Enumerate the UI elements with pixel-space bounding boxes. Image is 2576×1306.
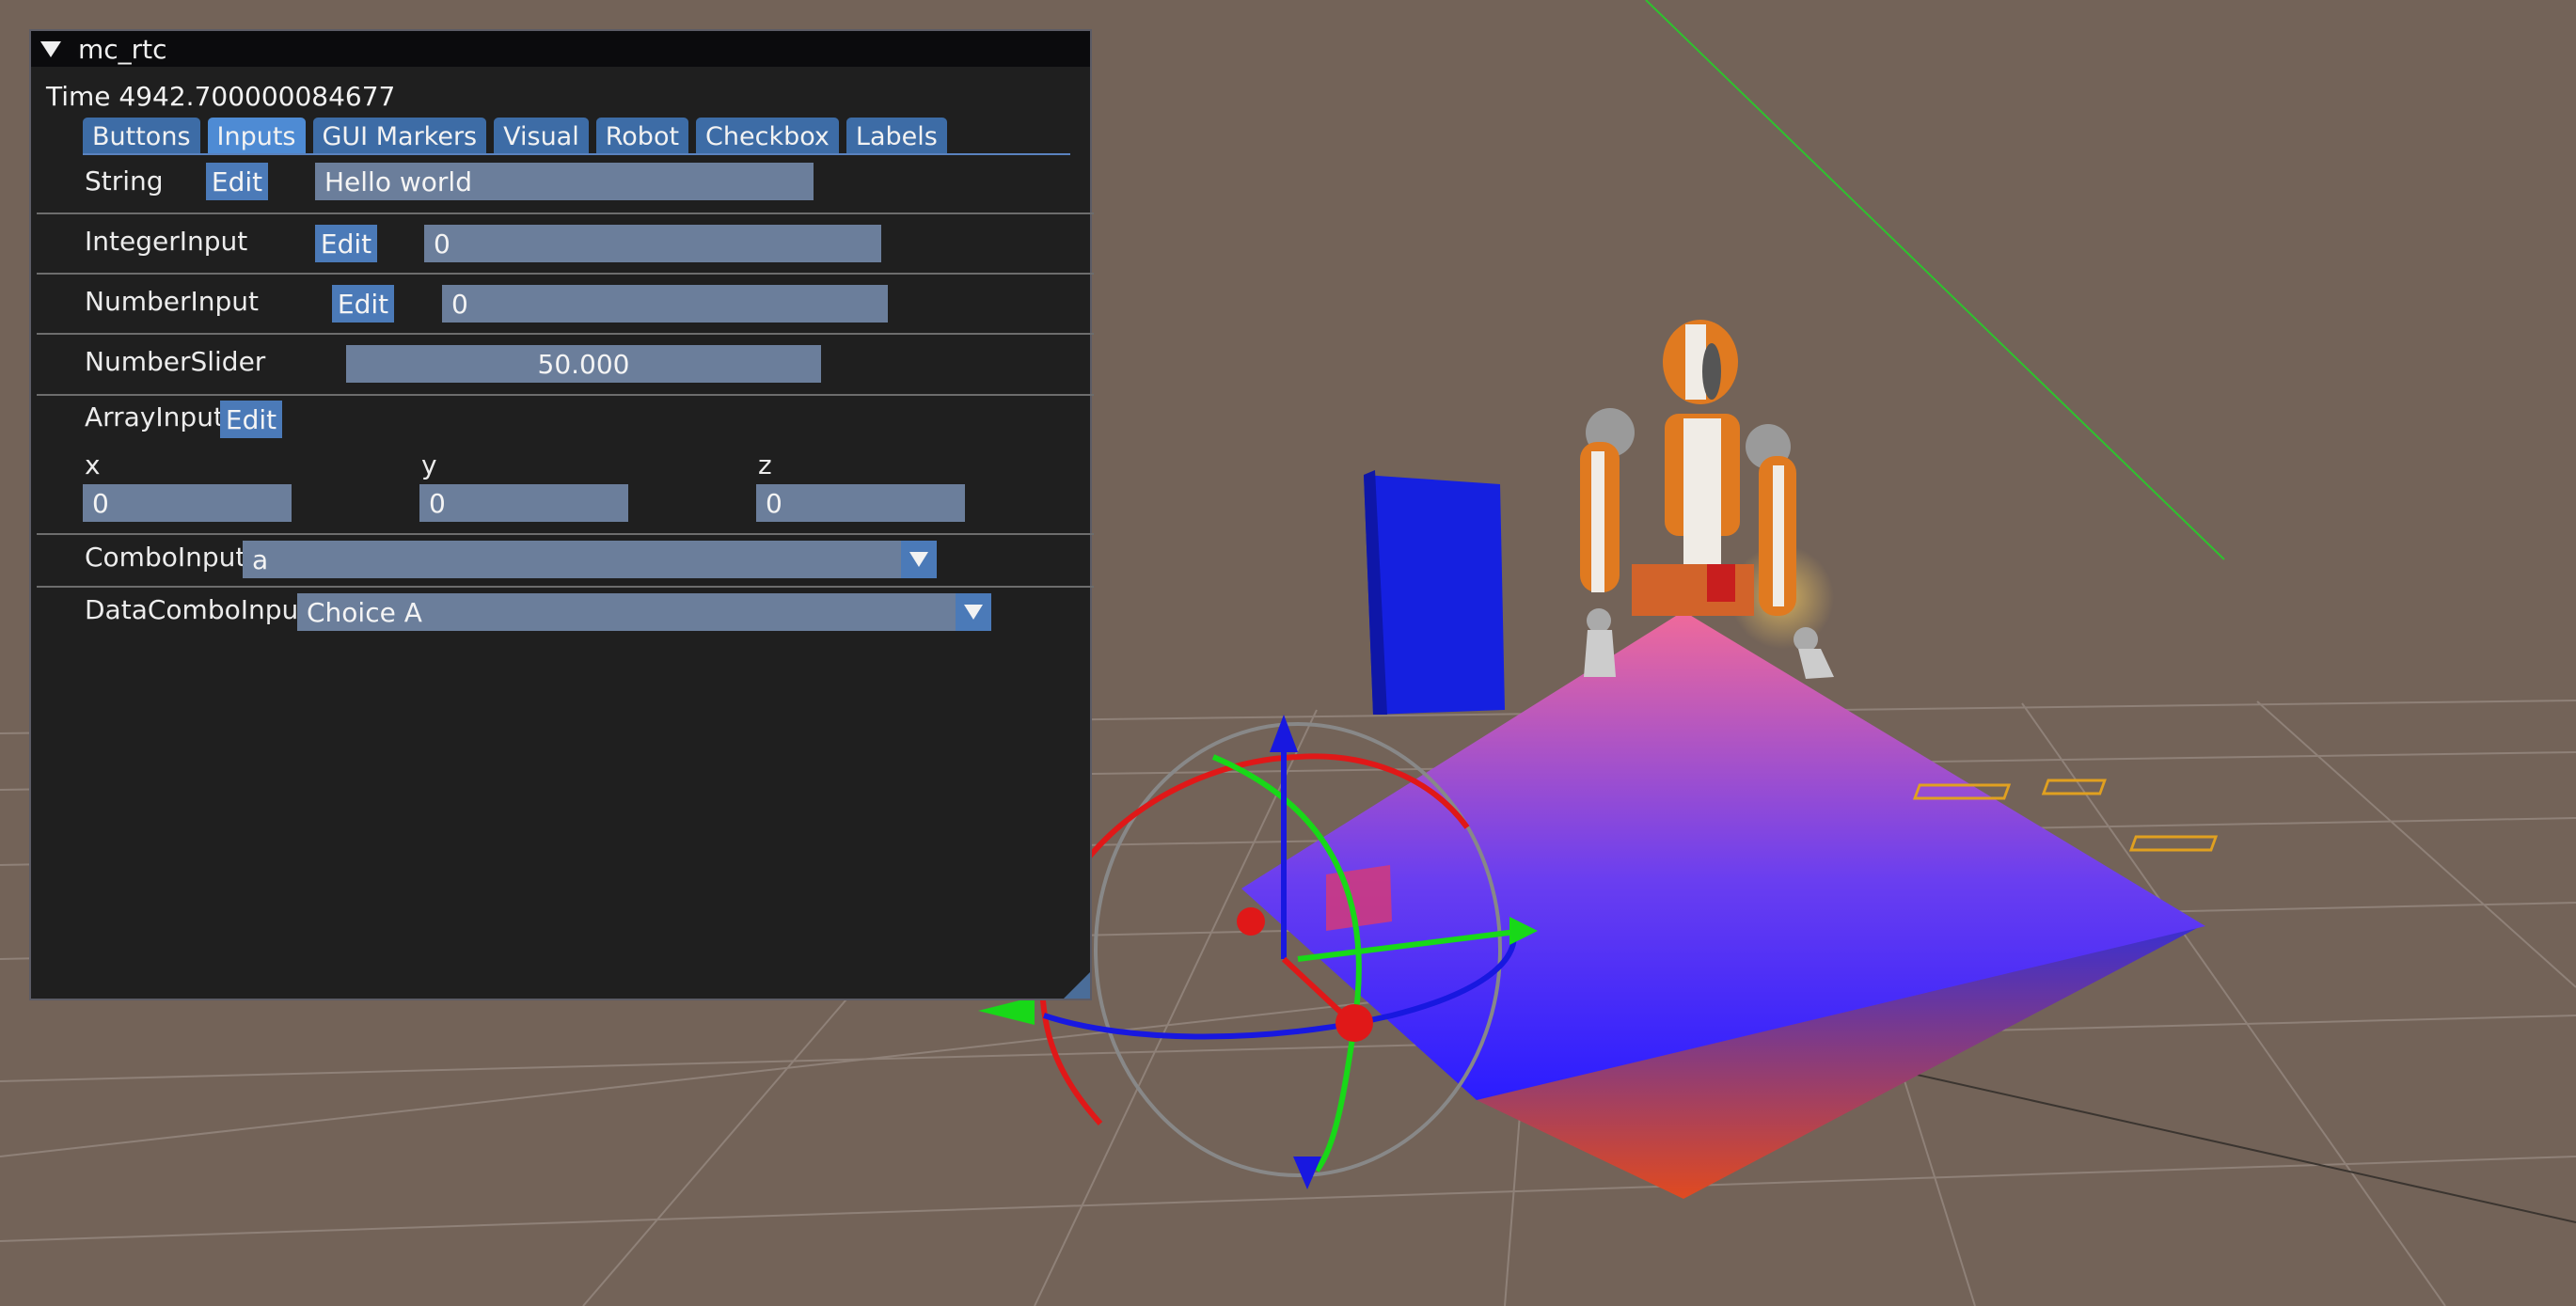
array-x-field[interactable]: 0: [83, 484, 292, 522]
array-edit-button[interactable]: Edit: [220, 401, 282, 438]
array-y-label: y: [421, 449, 437, 480]
array-z-label: z: [758, 449, 772, 480]
window-title-bar[interactable]: mc_rtc: [31, 31, 1090, 67]
separator: [37, 333, 1094, 335]
tab-buttons[interactable]: Buttons: [83, 118, 200, 155]
tab-visual[interactable]: Visual: [494, 118, 589, 155]
mc-rtc-window: mc_rtc Time 4942.700000084677 Buttons In…: [29, 29, 1094, 1000]
plane-marker: [1326, 865, 1392, 931]
separator: [37, 212, 1094, 214]
tab-checkbox[interactable]: Checkbox: [696, 118, 839, 155]
robot: [1580, 320, 1834, 679]
tab-robot[interactable]: Robot: [595, 118, 689, 155]
string-edit-button[interactable]: Edit: [206, 163, 268, 200]
string-field[interactable]: Hello world: [315, 163, 814, 200]
tab-labels[interactable]: Labels: [845, 118, 947, 155]
tab-underline: [83, 153, 1070, 155]
number-slider-label: NumberSlider: [85, 346, 266, 377]
data-combo-input-value: Choice A: [307, 596, 422, 628]
separator: [37, 394, 1094, 396]
separator: [37, 586, 1094, 588]
integer-input-label: IntegerInput: [85, 226, 248, 257]
resize-grip[interactable]: [1064, 972, 1090, 999]
integer-field[interactable]: 0: [424, 225, 881, 262]
array-x-label: x: [85, 449, 101, 480]
number-edit-button[interactable]: Edit: [332, 285, 394, 323]
collapse-arrow-icon[interactable]: [40, 40, 61, 57]
separator: [37, 273, 1094, 275]
time-display: Time 4942.700000084677: [46, 81, 396, 112]
data-combo-input-label: DataComboInput: [85, 594, 309, 625]
tab-inputs[interactable]: Inputs: [207, 118, 306, 155]
separator: [37, 533, 1094, 535]
combo-input[interactable]: a: [243, 541, 937, 578]
string-label: String: [85, 165, 164, 197]
data-combo-input[interactable]: Choice A: [297, 593, 991, 631]
number-field[interactable]: 0: [442, 285, 888, 323]
number-input-label: NumberInput: [85, 286, 259, 317]
integer-edit-button[interactable]: Edit: [315, 225, 377, 262]
combo-input-value: a: [252, 543, 269, 575]
array-y-field[interactable]: 0: [419, 484, 628, 522]
combo-input-label: ComboInput: [85, 542, 246, 573]
array-input-label: ArrayInput: [85, 401, 224, 433]
window-title: mc_rtc: [78, 33, 167, 65]
array-z-field[interactable]: 0: [756, 484, 965, 522]
tab-gui-markers[interactable]: GUI Markers: [312, 118, 487, 155]
chevron-down-icon[interactable]: [956, 593, 991, 631]
chevron-down-icon[interactable]: [901, 541, 937, 578]
tab-bar: Buttons Inputs GUI Markers Visual Robot …: [83, 118, 947, 156]
number-slider[interactable]: 50.000: [346, 345, 821, 383]
